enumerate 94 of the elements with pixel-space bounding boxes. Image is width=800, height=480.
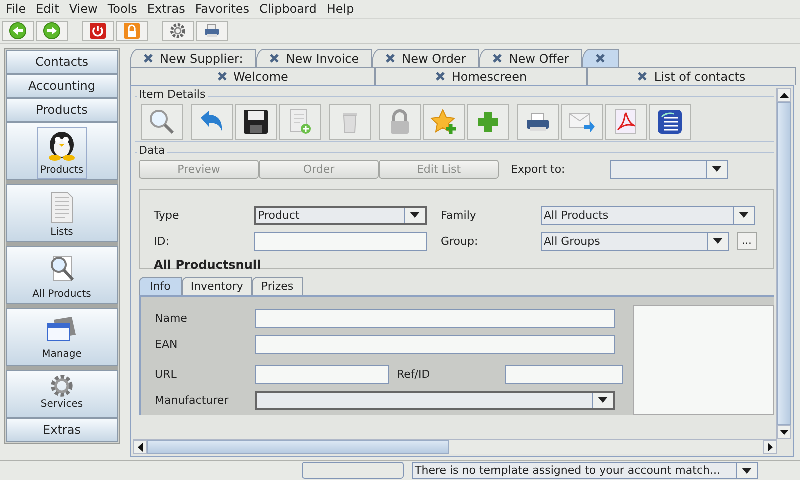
text-document-icon	[656, 108, 684, 136]
caret-icon	[742, 468, 752, 474]
sidebar-group-button[interactable]: Products	[6, 98, 118, 122]
caret-icon	[598, 397, 608, 403]
field-label: Ref/ID	[397, 368, 432, 380]
name-field[interactable]	[255, 308, 615, 328]
tab[interactable]: Info	[139, 277, 182, 295]
field-label: Family	[441, 208, 478, 222]
left-arrow-icon[interactable]	[138, 442, 142, 452]
sidebar-item[interactable]: Products	[37, 127, 87, 179]
add-button[interactable]	[467, 104, 509, 140]
field-label: URL	[155, 368, 178, 380]
menu-item[interactable]: File	[2, 2, 32, 16]
section-title: Item Details	[137, 88, 208, 101]
ean-field[interactable]	[255, 334, 615, 354]
group-dropdown[interactable]: All Groups	[541, 232, 729, 250]
product-heading: All Productsnull	[154, 258, 262, 272]
field-label: Group:	[441, 234, 480, 248]
tab[interactable]: New Offer	[479, 49, 582, 67]
star-add-button[interactable]	[423, 104, 465, 140]
tab[interactable]: New Supplier:	[130, 49, 256, 67]
tab[interactable]: New Invoice	[256, 49, 372, 67]
tab[interactable]: Prizes	[252, 277, 303, 295]
menu-item[interactable]: Clipboard	[256, 2, 323, 16]
close-icon[interactable]	[595, 53, 606, 64]
url-field[interactable]	[255, 364, 389, 384]
type-dropdown[interactable]: Product	[254, 206, 427, 224]
gear-icon	[48, 373, 75, 399]
tab[interactable]: Homescreen	[375, 67, 587, 85]
family-dropdown[interactable]: All Products	[541, 206, 755, 224]
field-label: Type	[154, 208, 180, 222]
pdf-button[interactable]	[605, 104, 647, 140]
menu-item[interactable]: Favorites	[191, 2, 256, 16]
close-icon[interactable]	[637, 71, 648, 82]
menu-item[interactable]: Edit	[32, 2, 66, 16]
up-arrow-icon[interactable]	[780, 92, 788, 98]
manufacturer-dropdown[interactable]	[255, 390, 615, 410]
ref-id-field[interactable]	[505, 364, 623, 384]
more-button[interactable]: ...	[737, 232, 757, 250]
caret-icon	[410, 212, 420, 218]
settings-icon	[169, 22, 187, 40]
undo-button[interactable]	[191, 104, 233, 140]
padlock-icon	[123, 22, 141, 40]
lock-button[interactable]	[116, 21, 148, 41]
sidebar-group-button[interactable]: Accounting	[6, 74, 118, 98]
menu-item[interactable]: Extras	[143, 2, 192, 16]
power-button[interactable]	[82, 21, 114, 41]
lock-button[interactable]	[379, 104, 421, 140]
tab[interactable]: Welcome	[130, 67, 375, 85]
close-icon[interactable]	[434, 71, 446, 82]
save-button[interactable]	[235, 104, 277, 140]
caret-icon	[739, 212, 749, 218]
id-field[interactable]	[254, 232, 427, 250]
down-arrow-icon[interactable]	[780, 430, 788, 434]
close-icon[interactable]	[216, 71, 228, 82]
export-dropdown[interactable]	[610, 160, 728, 178]
close-icon[interactable]	[492, 53, 504, 64]
power-icon	[89, 22, 107, 40]
tab[interactable]: List of contacts	[587, 67, 796, 85]
email-button[interactable]	[561, 104, 603, 140]
settings-button[interactable]	[162, 21, 194, 41]
back-button[interactable]	[2, 21, 34, 41]
field-label: Name	[155, 312, 188, 324]
menu-item[interactable]: View	[65, 2, 104, 16]
tab[interactable]: New Order	[372, 49, 480, 67]
printer-icon	[203, 22, 221, 40]
menu-item[interactable]: Help	[322, 2, 360, 16]
vertical-scrollbar[interactable]	[776, 88, 791, 439]
search-button[interactable]	[141, 104, 183, 140]
section-title: Data	[137, 144, 168, 157]
forward-button[interactable]	[36, 21, 68, 41]
caret-icon	[713, 238, 723, 244]
menu-item[interactable]: Tools	[104, 2, 144, 16]
sidebar-group-button[interactable]: Extras	[6, 418, 118, 442]
caret-icon	[712, 166, 722, 172]
close-icon[interactable]	[143, 53, 154, 64]
tab[interactable]	[582, 49, 620, 67]
print-button[interactable]	[196, 21, 228, 41]
right-arrow-icon[interactable]	[768, 442, 772, 452]
sidebar-group-button[interactable]: Contacts	[6, 50, 118, 74]
horizontal-scrollbar[interactable]	[133, 439, 777, 454]
field-label: Manufacturer	[155, 394, 230, 406]
close-icon[interactable]	[385, 53, 396, 64]
field-label: EAN	[155, 338, 179, 350]
field-label: Export to:	[511, 162, 566, 176]
template-dropdown[interactable]: There is no template assigned to your account match...	[412, 462, 758, 479]
penguin-icon	[47, 130, 77, 162]
print-button[interactable]	[517, 104, 559, 140]
star-plus-icon	[430, 108, 458, 136]
field-label: ID:	[154, 234, 170, 248]
search-icon	[148, 108, 176, 136]
tab[interactable]: Inventory	[182, 277, 252, 295]
close-icon[interactable]	[269, 53, 280, 64]
text-document-button[interactable]	[649, 104, 691, 140]
